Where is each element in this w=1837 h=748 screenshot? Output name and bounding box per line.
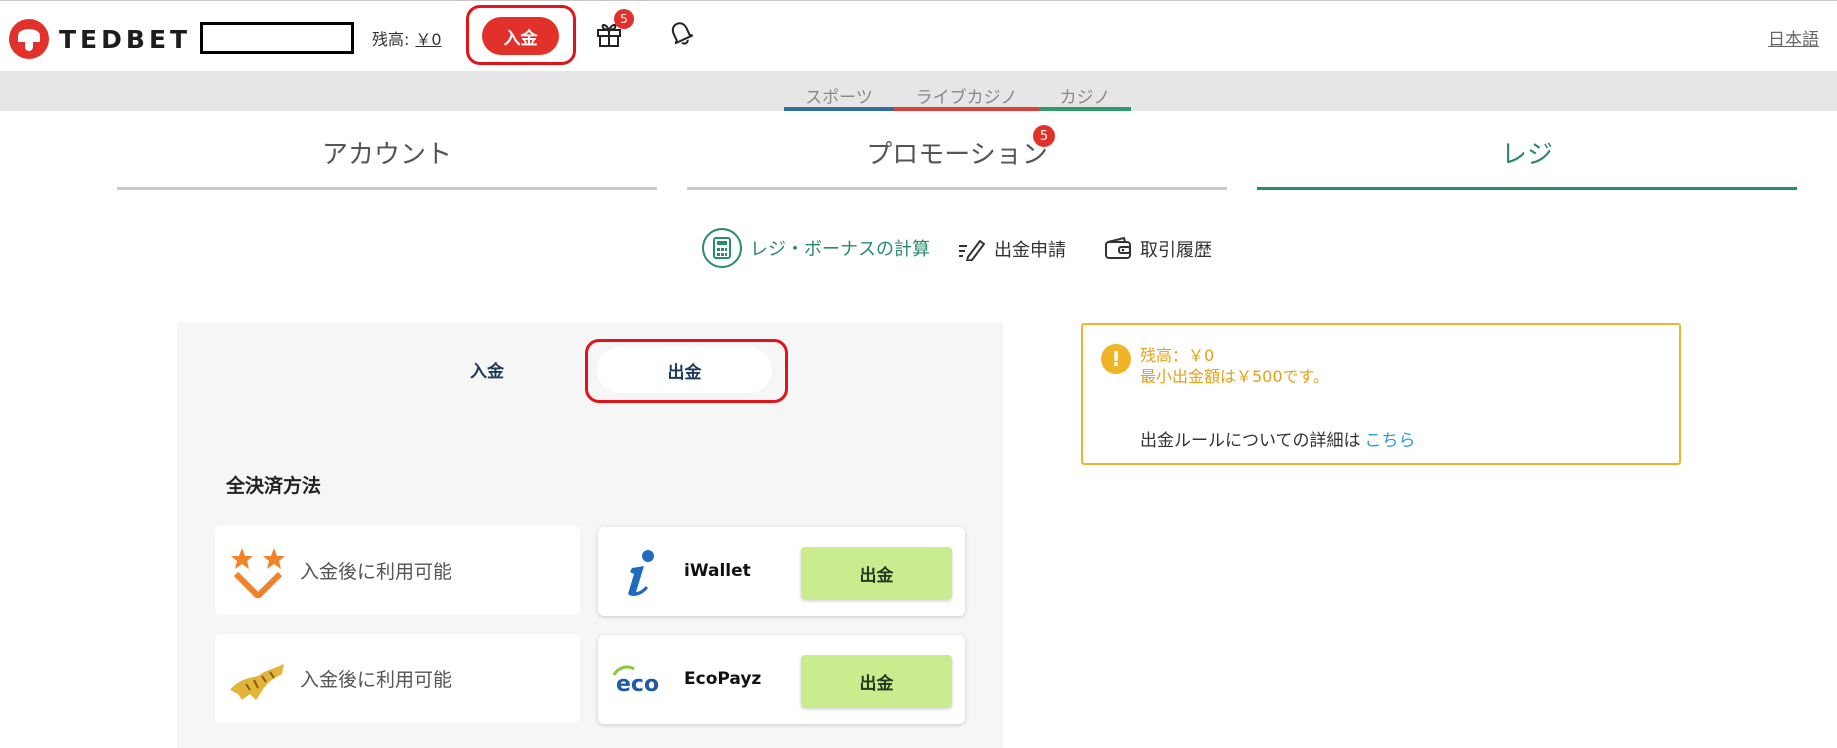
method-card-iwallet: iWallet 出金 xyxy=(598,527,965,616)
tab-cashier-underline xyxy=(1257,187,1797,190)
nav-sports-bar xyxy=(784,107,894,111)
unavailable-method-card: 入金後に利用可能 xyxy=(215,634,580,723)
balance-label: 残高: xyxy=(372,30,410,49)
tab-promotion-underline xyxy=(687,187,1227,190)
method-name: EcoPayz xyxy=(684,669,762,689)
method-card-ecopayz: eco EcoPayz 出金 xyxy=(598,635,965,724)
bonus-calculator-link[interactable]: レジ・ボーナスの計算 xyxy=(702,228,930,268)
header: TEDBET 残高: ￥0 入金 5 日本語 xyxy=(0,1,1837,71)
calculator-icon xyxy=(702,228,742,268)
unavailable-method-card: 入金後に利用可能 xyxy=(215,526,580,615)
stars-icon xyxy=(231,548,285,598)
wallet-icon xyxy=(1105,237,1131,259)
tiger-icon xyxy=(230,664,284,700)
gift-badge: 5 xyxy=(614,9,634,29)
unavailable-text: 入金後に利用可能 xyxy=(300,669,453,691)
iwallet-icon xyxy=(628,550,654,596)
brand-logo[interactable]: TEDBET xyxy=(9,19,191,59)
svg-text:eco: eco xyxy=(616,672,659,693)
info-rules-text: 出金ルールについての詳細は xyxy=(1140,431,1361,451)
balance-value[interactable]: ￥0 xyxy=(415,30,441,49)
language-selector[interactable]: 日本語 xyxy=(1768,25,1819,50)
nav-sports[interactable]: スポーツ xyxy=(784,83,894,111)
pencil-icon xyxy=(959,240,985,261)
tab-cashier-label: レジ xyxy=(1500,140,1553,170)
transaction-history-label: 取引履歴 xyxy=(1140,240,1212,261)
nav-live-casino-bar xyxy=(894,107,1039,111)
product-nav: スポーツ ライブカジノ カジノ xyxy=(0,71,1837,111)
balance: 残高: ￥0 xyxy=(372,26,442,50)
username-redacted xyxy=(200,22,354,54)
tab-account[interactable]: アカウント xyxy=(117,112,657,190)
bonus-calculator-label: レジ・ボーナスの計算 xyxy=(750,239,930,260)
toggle-deposit[interactable]: 入金 xyxy=(470,357,504,382)
promotion-badge: 5 xyxy=(1033,125,1055,147)
tab-promotion-label: プロモーション xyxy=(866,140,1048,170)
unavailable-text: 入金後に利用可能 xyxy=(300,561,453,583)
page: TEDBET 残高: ￥0 入金 5 日本語 スポーツ ライブカジノ カジノ ア… xyxy=(0,0,1837,748)
nav-live-casino-label: ライブカジノ xyxy=(915,88,1018,108)
method-name: iWallet xyxy=(684,561,751,581)
bell-icon[interactable] xyxy=(666,18,696,48)
info-rules: 出金ルールについての詳細は こちら xyxy=(1140,426,1416,451)
deposit-button[interactable]: 入金 xyxy=(482,17,559,55)
withdrawal-request-link[interactable]: 出金申請 xyxy=(958,236,1066,262)
section-title: 全決済方法 xyxy=(226,475,322,497)
info-rules-link[interactable]: こちら xyxy=(1365,431,1416,451)
withdrawal-info-box: ! 残高：￥0 最小出金額は￥500です。 出金ルールについての詳細は こちら xyxy=(1081,323,1681,465)
nav-casino[interactable]: カジノ xyxy=(1039,83,1131,111)
tab-account-label: アカウント xyxy=(321,140,452,170)
nav-sports-label: スポーツ xyxy=(805,88,873,108)
transaction-history-link[interactable]: 取引履歴 xyxy=(1104,236,1212,262)
brand-name: TEDBET xyxy=(59,24,192,54)
nav-live-casino[interactable]: ライブカジノ xyxy=(894,83,1039,111)
bull-logo-icon xyxy=(9,19,49,59)
warning-icon: ! xyxy=(1101,344,1131,374)
info-minimum: 最小出金額は￥500です。 xyxy=(1140,367,1329,386)
ecopayz-icon: eco xyxy=(612,665,659,693)
tab-account-underline xyxy=(117,187,657,190)
nav-casino-label: カジノ xyxy=(1059,88,1111,108)
tab-cashier[interactable]: レジ xyxy=(1257,112,1797,190)
nav-casino-bar xyxy=(1039,107,1131,111)
withdraw-iwallet-button[interactable]: 出金 xyxy=(801,547,952,599)
withdraw-highlight xyxy=(585,339,788,403)
tab-promotion[interactable]: プロモーション xyxy=(687,112,1227,190)
withdrawal-request-label: 出金申請 xyxy=(994,240,1066,261)
withdraw-ecopayz-button[interactable]: 出金 xyxy=(801,655,952,707)
